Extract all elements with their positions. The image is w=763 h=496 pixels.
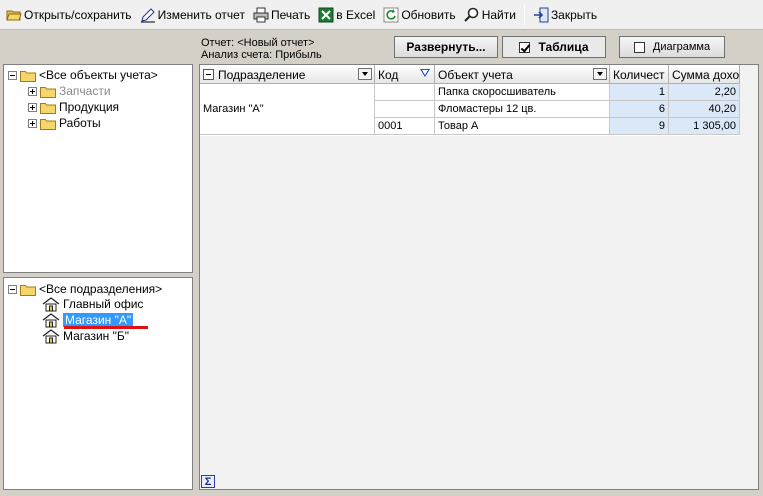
- table-row-sum[interactable]: 2,20: [669, 84, 740, 101]
- expand-icon[interactable]: [28, 102, 37, 112]
- refresh-icon: [383, 7, 399, 22]
- col-header-label: Код: [378, 67, 399, 82]
- group-cell-division[interactable]: Магазин "А": [200, 84, 375, 135]
- report-grid: Подразделение Код Объект учета Количест …: [199, 64, 759, 490]
- chart-label: Диаграмма: [652, 41, 711, 53]
- exit-door-icon: [533, 7, 549, 22]
- collapse-icon[interactable]: [8, 284, 17, 294]
- toolbar: Открыть/сохранить Изменить отчет Печать …: [0, 0, 763, 30]
- tree-root-divisions-label: <Все подразделения>: [39, 282, 163, 296]
- table-row-quantity[interactable]: 1: [610, 84, 669, 101]
- chart-toggle[interactable]: Диаграмма: [619, 36, 725, 58]
- house-icon: [42, 312, 60, 327]
- col-header-income-sum[interactable]: Сумма дохо: [669, 65, 740, 84]
- house-icon: [42, 328, 60, 343]
- edit-report-button[interactable]: Изменить отчет: [136, 3, 249, 27]
- print-button[interactable]: Печать: [249, 3, 314, 27]
- grid-body: Магазин "А" Папка скоросшиватель 1 2,20 …: [200, 84, 740, 136]
- excel-button[interactable]: в Excel: [314, 3, 379, 27]
- highlight-underline: [64, 326, 148, 329]
- tree-item-label: Главный офис: [63, 297, 144, 311]
- tree-root-objects-label: <Все объекты учета>: [39, 68, 158, 82]
- chevron-down-icon[interactable]: [358, 68, 372, 80]
- expand-label: Развернуть...: [406, 40, 486, 54]
- open-folder-icon: [6, 10, 22, 20]
- open-save-button[interactable]: Открыть/сохранить: [2, 3, 136, 27]
- filter-icon[interactable]: [420, 69, 430, 77]
- collapse-group-icon[interactable]: [203, 69, 214, 80]
- table-checkbox[interactable]: [519, 41, 531, 53]
- table-row-object[interactable]: Фломастеры 12 цв.: [435, 101, 610, 118]
- col-header-label: Количест: [613, 67, 665, 82]
- tree-item-main-office[interactable]: Главный офис: [42, 296, 143, 312]
- col-header-code[interactable]: Код: [375, 65, 435, 84]
- close-label: Закрыть: [550, 7, 598, 22]
- col-header-label: Подразделение: [218, 67, 306, 82]
- chevron-down-icon[interactable]: [593, 68, 607, 80]
- folder-icon: [20, 284, 36, 296]
- sum-footer-button[interactable]: Σ: [201, 475, 215, 488]
- group-cell-label: Магазин "А": [203, 103, 264, 115]
- table-row-code[interactable]: [375, 101, 435, 118]
- col-header-quantity[interactable]: Количест: [610, 65, 669, 84]
- table-row-sum[interactable]: 1 305,00: [669, 118, 740, 135]
- magnifier-icon: [463, 7, 478, 22]
- find-label: Найти: [481, 7, 516, 22]
- tree-item-works[interactable]: Работы: [28, 115, 101, 131]
- tree-root-objects[interactable]: <Все объекты учета>: [8, 67, 158, 83]
- report-name: Отчет: <Новый отчет>: [201, 37, 315, 49]
- tree-item-products[interactable]: Продукция: [28, 99, 119, 115]
- refresh-button[interactable]: Обновить: [379, 3, 459, 27]
- table-row-code[interactable]: [375, 84, 435, 101]
- table-row-object[interactable]: Папка скоросшиватель: [435, 84, 610, 101]
- tree-item-spare-parts[interactable]: Запчасти: [28, 83, 111, 99]
- tree-item-label-selected: Магазин "А": [63, 313, 134, 327]
- folder-icon: [40, 102, 56, 114]
- find-button[interactable]: Найти: [460, 3, 520, 27]
- print-label: Печать: [270, 7, 311, 22]
- account-analysis: Анализ счета: Прибыль: [201, 49, 322, 61]
- col-header-object[interactable]: Объект учета: [435, 65, 610, 84]
- col-header-label: Объект учета: [438, 67, 513, 82]
- table-row-quantity[interactable]: 6: [610, 101, 669, 118]
- edit-report-label: Изменить отчет: [157, 7, 245, 22]
- objects-tree: <Все объекты учета> Запчасти Продукция Р…: [3, 64, 193, 273]
- table-row-code[interactable]: 0001: [375, 118, 435, 135]
- sigma-icon: Σ: [204, 475, 212, 488]
- table-row-object[interactable]: Товар А: [435, 118, 610, 135]
- close-button[interactable]: Закрыть: [529, 3, 601, 27]
- open-save-label: Открыть/сохранить: [24, 7, 132, 22]
- edit-report-icon: [140, 7, 155, 22]
- table-toggle[interactable]: Таблица: [502, 36, 606, 58]
- excel-icon: [318, 7, 334, 22]
- printer-icon: [253, 7, 269, 22]
- folder-icon: [20, 70, 36, 82]
- tree-item-label: Работы: [59, 116, 101, 130]
- tree-item-label: Магазин "Б": [63, 329, 130, 343]
- expand-button[interactable]: Развернуть...: [394, 36, 498, 58]
- table-row-sum[interactable]: 40,20: [669, 101, 740, 118]
- expand-icon[interactable]: [28, 86, 37, 96]
- collapse-icon[interactable]: [8, 70, 17, 80]
- tree-root-divisions[interactable]: <Все подразделения>: [8, 281, 162, 297]
- table-row-quantity[interactable]: 9: [610, 118, 669, 135]
- chart-checkbox[interactable]: [633, 41, 645, 53]
- house-icon: [42, 296, 60, 311]
- col-header-division[interactable]: Подразделение: [200, 65, 375, 84]
- tree-item-label: Продукция: [59, 100, 120, 114]
- col-header-label: Сумма дохо: [672, 67, 740, 82]
- excel-label: в Excel: [336, 7, 376, 22]
- report-info: Отчет: <Новый отчет> Анализ счета: Прибы…: [201, 37, 322, 61]
- toolbar-separator: [523, 4, 525, 25]
- refresh-label: Обновить: [401, 7, 456, 22]
- divisions-tree: <Все подразделения> Главный офис Магазин…: [3, 277, 193, 490]
- table-label: Таблица: [538, 40, 589, 54]
- folder-icon: [40, 118, 56, 130]
- folder-icon: [40, 86, 56, 98]
- tree-item-store-b[interactable]: Магазин "Б": [42, 328, 129, 344]
- tree-item-label: Запчасти: [59, 84, 111, 98]
- expand-icon[interactable]: [28, 118, 37, 128]
- grid-header: Подразделение Код Объект учета Количест …: [200, 65, 740, 84]
